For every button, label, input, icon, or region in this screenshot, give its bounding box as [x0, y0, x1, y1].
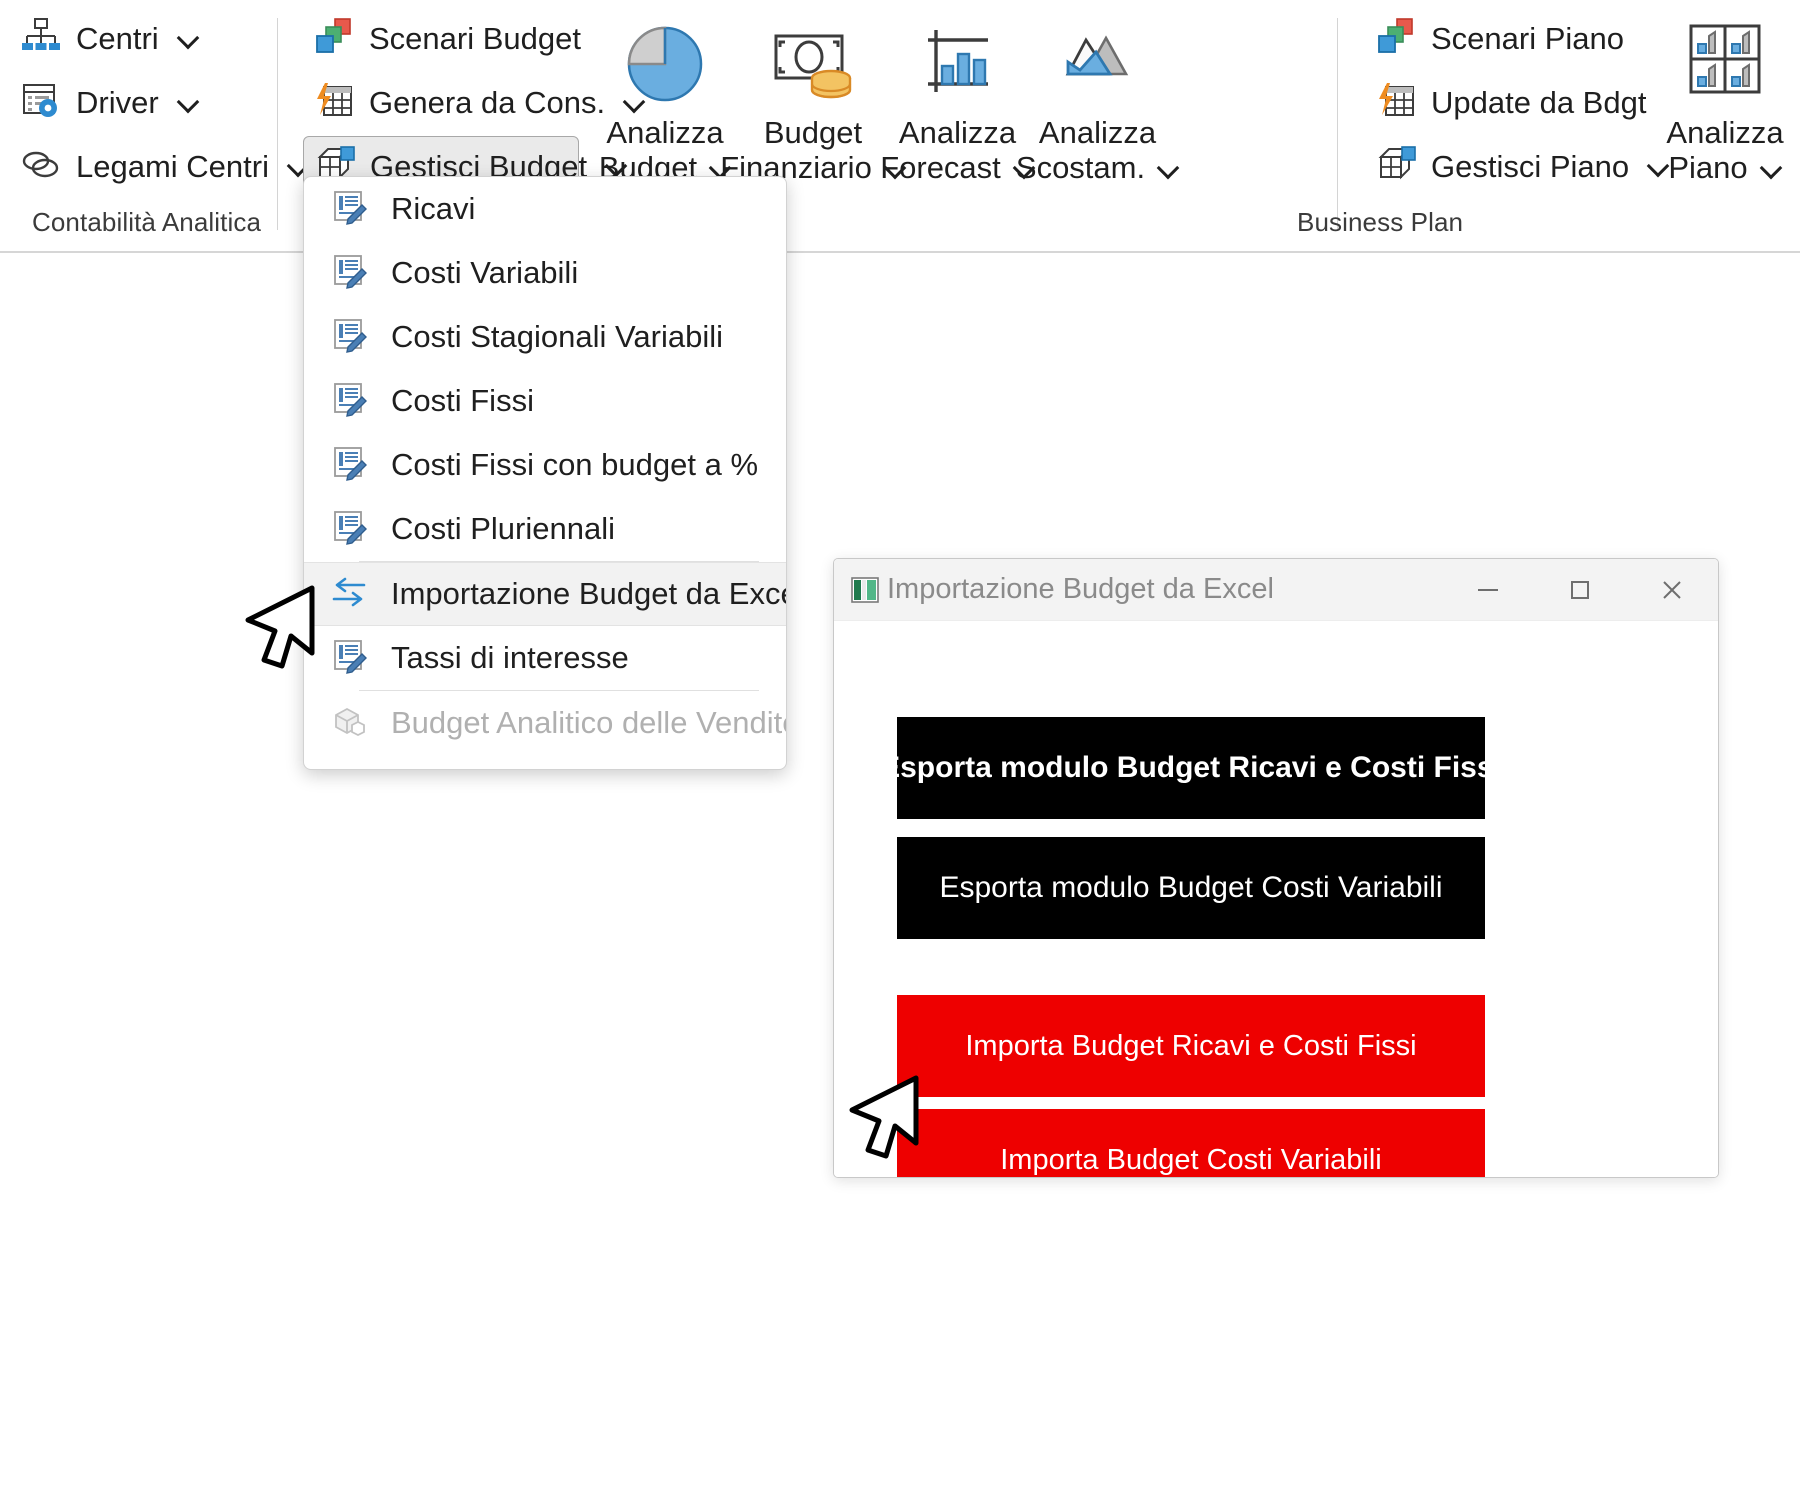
menu-item-costi-stagionali-variabili[interactable]: Costi Stagionali Variabili	[304, 305, 786, 369]
banknote-coins-icon	[733, 14, 893, 106]
document-edit-icon	[331, 509, 367, 550]
dialog-title-bar[interactable]: Importazione Budget da Excel	[834, 559, 1718, 621]
ribbon-big-label-line1: Analizza	[1038, 115, 1157, 150]
ribbon-item-legami-centri[interactable]: Legami Centri	[10, 136, 319, 196]
menu-item-tassi-di-interesse[interactable]: Tassi di interesse	[304, 626, 786, 690]
menu-item-importazione-budget-da-excel[interactable]: Importazione Budget da Excel	[304, 562, 786, 626]
ribbon-big-label-line1: Analizza	[1666, 115, 1784, 150]
menu-item-budget-analitico-delle-vendite: Budget Analitico delle Vendite	[304, 691, 786, 755]
scenarios-icon	[313, 15, 355, 62]
ribbon-big-analizza-budget[interactable]: Analizza Budget	[590, 14, 740, 185]
chevron-down-icon[interactable]	[179, 28, 199, 48]
document-edit-icon	[331, 253, 367, 294]
ribbon-item-scenari-piano[interactable]: Scenari Piano	[1365, 8, 1634, 68]
cube-blocks-icon	[1375, 143, 1417, 190]
bolt-table-icon	[313, 79, 355, 126]
document-edit-icon	[331, 317, 367, 358]
menu-item-costi-fissi[interactable]: Costi Fissi	[304, 369, 786, 433]
window-controls	[1442, 559, 1718, 620]
ribbon-bottom-divider	[0, 251, 1800, 253]
ribbon-big-analizza-forecast[interactable]: Analizza Forecast	[880, 14, 1035, 185]
ribbon-item-label: Scenari Budget	[369, 20, 581, 56]
menu-item-label: Costi Stagionali Variabili	[391, 319, 723, 354]
cube-3d-icon	[331, 703, 367, 744]
menu-item-costi-pluriennali[interactable]: Costi Pluriennali	[304, 497, 786, 561]
ribbon-item-gestisci-piano[interactable]: Gestisci Piano	[1365, 136, 1679, 196]
menu-item-label: Costi Pluriennali	[391, 511, 615, 546]
mountains-icon	[1020, 14, 1175, 106]
bar-chart-icon	[880, 14, 1035, 106]
ribbon-group-separator-2	[1337, 18, 1338, 230]
chevron-down-icon[interactable]	[1762, 158, 1782, 178]
ribbon-group-separator-1	[277, 18, 278, 230]
gestisci-budget-menu: Ricavi Costi Variabili Costi Stagionali …	[303, 176, 787, 770]
ribbon-item-update-da-bdgt[interactable]: Update da Bdgt	[1365, 72, 1656, 132]
ribbon-item-label: Scenari Piano	[1431, 20, 1625, 56]
ribbon-group-label-business-plan: Business Plan	[1297, 207, 1464, 237]
four-charts-icon	[1655, 14, 1795, 106]
ribbon-group-label-contabilita: Contabilità Analitica	[32, 207, 262, 237]
close-icon[interactable]	[1626, 559, 1718, 620]
ribbon-item-label: Legami Centri	[76, 148, 269, 184]
minimize-icon[interactable]	[1442, 559, 1534, 620]
menu-item-costi-fissi-con-budget-percentuale[interactable]: Costi Fissi con budget a %	[304, 433, 786, 497]
ribbon-big-label-line1: Budget	[763, 115, 863, 150]
chevron-down-icon[interactable]	[179, 92, 199, 112]
menu-item-label: Importazione Budget da Excel	[391, 576, 787, 611]
ribbon-item-label: Centri	[76, 20, 159, 56]
menu-item-label: Ricavi	[391, 191, 476, 226]
ribbon-big-label-line2: Piano	[1668, 149, 1748, 185]
ribbon-item-scenari-budget[interactable]: Scenari Budget	[303, 8, 591, 68]
mouse-cursor-menu	[242, 578, 332, 678]
dialog-body: Esporta modulo Budget Ricavi e Costi Fis…	[834, 621, 1718, 1177]
table-gear-icon	[20, 79, 62, 126]
menu-item-label: Budget Analitico delle Vendite	[391, 705, 787, 740]
menu-item-label: Costi Variabili	[391, 255, 579, 290]
import-arrows-icon	[331, 574, 367, 615]
menu-item-label: Costi Fissi	[391, 383, 534, 418]
pie-chart-icon	[590, 14, 740, 106]
ribbon-item-driver[interactable]: Driver	[10, 72, 209, 132]
ribbon-item-label: Gestisci Piano	[1431, 148, 1630, 184]
bolt-table-icon	[1375, 79, 1417, 126]
ribbon-big-label-line1: Analizza	[606, 115, 724, 150]
menu-item-label: Costi Fissi con budget a %	[391, 447, 759, 482]
importa-budget-costi-variabili-button[interactable]: Importa Budget Costi Variabili	[897, 1109, 1485, 1177]
menu-item-ricavi[interactable]: Ricavi	[304, 177, 786, 241]
excel-window-icon	[851, 576, 879, 604]
ribbon-item-label: Genera da Cons.	[369, 84, 606, 120]
chevron-down-icon[interactable]	[1159, 158, 1179, 178]
app-root: Centri Driver Legami Centri Contabilità …	[0, 0, 1800, 1500]
ribbon-big-analizza-scostam[interactable]: Analizza Scostam.	[1016, 14, 1175, 185]
document-edit-icon	[331, 638, 367, 679]
menu-item-costi-variabili[interactable]: Costi Variabili	[304, 241, 786, 305]
ribbon-big-label-line2: Forecast	[880, 149, 1001, 185]
dialog-title: Importazione Budget da Excel	[887, 573, 1274, 605]
scenarios-icon	[1375, 15, 1417, 62]
ribbon-big-label-line1: Analizza	[898, 115, 1017, 150]
ribbon-item-label: Update da Bdgt	[1431, 84, 1647, 120]
document-edit-icon	[331, 189, 367, 230]
esporta-modulo-budget-ricavi-costi-fissi-button[interactable]: Esporta modulo Budget Ricavi e Costi Fis…	[880, 717, 1502, 819]
document-edit-icon	[331, 381, 367, 422]
link-chain-icon	[20, 143, 62, 190]
document-edit-icon	[331, 445, 367, 486]
importazione-budget-da-excel-dialog: Importazione Budget da Excel Esporta mod…	[833, 558, 1719, 1178]
mouse-cursor-dialog	[846, 1068, 936, 1168]
importa-budget-ricavi-costi-fissi-button[interactable]: Importa Budget Ricavi e Costi Fissi	[897, 995, 1485, 1097]
ribbon-big-budget-finanziario[interactable]: Budget Finanziario	[720, 14, 893, 185]
ribbon-big-analizza-piano[interactable]: Analizza Piano	[1655, 14, 1795, 185]
org-chart-icon	[20, 15, 62, 62]
esporta-modulo-budget-costi-variabili-button[interactable]: Esporta modulo Budget Costi Variabili	[897, 837, 1485, 939]
menu-item-label: Tassi di interesse	[391, 640, 629, 675]
maximize-icon[interactable]	[1534, 559, 1626, 620]
ribbon-big-label-line2: Scostam.	[1015, 149, 1146, 185]
ribbon-item-centri[interactable]: Centri	[10, 8, 209, 68]
ribbon-item-label: Driver	[76, 84, 159, 120]
ribbon: Centri Driver Legami Centri Contabilità …	[0, 0, 1800, 252]
